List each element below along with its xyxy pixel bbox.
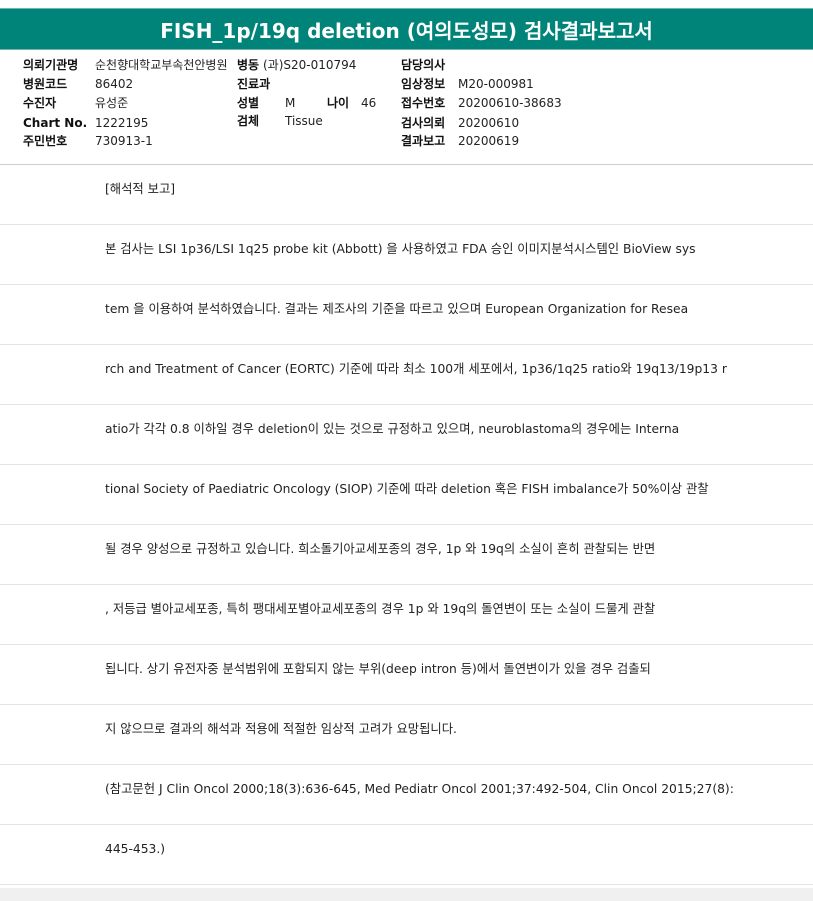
age-value: 46	[361, 96, 377, 110]
report-line: 될 경우 양성으로 규정하고 있습니다. 희소돌기아교세포종의 경우, 1p 와…	[0, 525, 813, 585]
report-line: atio가 각각 0.8 이하일 경우 deletion이 있는 것으로 규정하…	[0, 405, 813, 465]
report-line: tional Society of Paediatric Oncology (S…	[0, 465, 813, 525]
report-line: (참고문헌 J Clin Oncol 2000;18(3):636-645, M…	[0, 765, 813, 825]
receipt-no-value: 20200610-38683	[458, 96, 562, 110]
bottom-scroll-area	[0, 888, 813, 901]
rrn-label: 주민번호	[23, 134, 68, 148]
request-label: 검사의뢰	[401, 116, 446, 130]
report-line-text: 됩니다. 상기 유전자중 분석범위에 포함되지 않는 부위(deep intro…	[105, 662, 651, 676]
interpretive-report: [해석적 보고] 본 검사는 LSI 1p36/LSI 1q25 probe k…	[0, 165, 813, 901]
chart-no-value: 1222195	[95, 116, 149, 130]
specimen-value: Tissue	[285, 114, 323, 128]
hospital-code-label: 병원코드	[23, 77, 68, 91]
report-line: 본 검사는 LSI 1p36/LSI 1q25 probe kit (Abbot…	[0, 225, 813, 285]
report-line-text: rch and Treatment of Cancer (EORTC) 기준에 …	[105, 362, 727, 376]
clinical-info-value: M20-000981	[458, 77, 534, 91]
sex-value: M	[285, 96, 296, 110]
report-line: 됩니다. 상기 유전자중 분석범위에 포함되지 않는 부위(deep intro…	[0, 645, 813, 705]
report-line-text: atio가 각각 0.8 이하일 경우 deletion이 있는 것으로 규정하…	[105, 422, 680, 436]
report-line-text: , 저등급 별아교세포종, 특히 팽대세포별아교세포종의 경우 1p 와 19q…	[105, 602, 656, 616]
report-date-label: 결과보고	[401, 134, 446, 148]
clinical-info-label: 임상정보	[401, 77, 446, 91]
age-label: 나이	[327, 96, 350, 110]
report-title: FISH_1p/19q deletion (여의도성모) 검사결과보고서	[0, 8, 813, 50]
specimen-label: 검체	[237, 114, 260, 128]
ward-value: (과)S20-010794	[263, 58, 357, 72]
patient-info-header: 의뢰기관명 순천향대학교부속천안병원 병동 (과)S20-010794 담당의사…	[0, 50, 813, 164]
dept-label: 진료과	[237, 77, 271, 91]
patient-label: 수진자	[23, 96, 57, 110]
report-line: [해석적 보고]	[0, 165, 813, 225]
sex-label: 성별	[237, 96, 260, 110]
report-line-text: [해석적 보고]	[105, 182, 176, 196]
patient-value: 유성준	[95, 96, 129, 110]
report-line: , 저등급 별아교세포종, 특히 팽대세포별아교세포종의 경우 1p 와 19q…	[0, 585, 813, 645]
report-line-text: (참고문헌 J Clin Oncol 2000;18(3):636-645, M…	[105, 782, 734, 796]
chart-no-label: Chart No.	[23, 116, 88, 130]
report-line-text: 될 경우 양성으로 규정하고 있습니다. 희소돌기아교세포종의 경우, 1p 와…	[105, 542, 656, 556]
institution-label: 의뢰기관명	[23, 58, 79, 72]
report-line-text: tional Society of Paediatric Oncology (S…	[105, 482, 709, 496]
report-line: 445-453.)	[0, 825, 813, 885]
report-line-text: 본 검사는 LSI 1p36/LSI 1q25 probe kit (Abbot…	[105, 242, 696, 256]
ward-label: 병동	[237, 58, 260, 72]
report-line-text: tem 을 이용하여 분석하였습니다. 결과는 제조사의 기준을 따르고 있으며…	[105, 302, 689, 316]
report-line: tem 을 이용하여 분석하였습니다. 결과는 제조사의 기준을 따르고 있으며…	[0, 285, 813, 345]
report-date-value: 20200619	[458, 134, 520, 148]
doctor-label: 담당의사	[401, 58, 446, 72]
report-line-text: 지 않으므로 결과의 해석과 적용에 적절한 임상적 고려가 요망됩니다.	[105, 722, 457, 736]
rrn-value: 730913-1	[95, 134, 153, 148]
hospital-code-value: 86402	[95, 77, 134, 91]
report-line-text: 445-453.)	[105, 842, 166, 856]
report-line: rch and Treatment of Cancer (EORTC) 기준에 …	[0, 345, 813, 405]
report-line: 지 않으므로 결과의 해석과 적용에 적절한 임상적 고려가 요망됩니다.	[0, 705, 813, 765]
institution-value: 순천향대학교부속천안병원	[95, 58, 228, 72]
request-value: 20200610	[458, 116, 520, 130]
receipt-no-label: 접수번호	[401, 96, 446, 110]
